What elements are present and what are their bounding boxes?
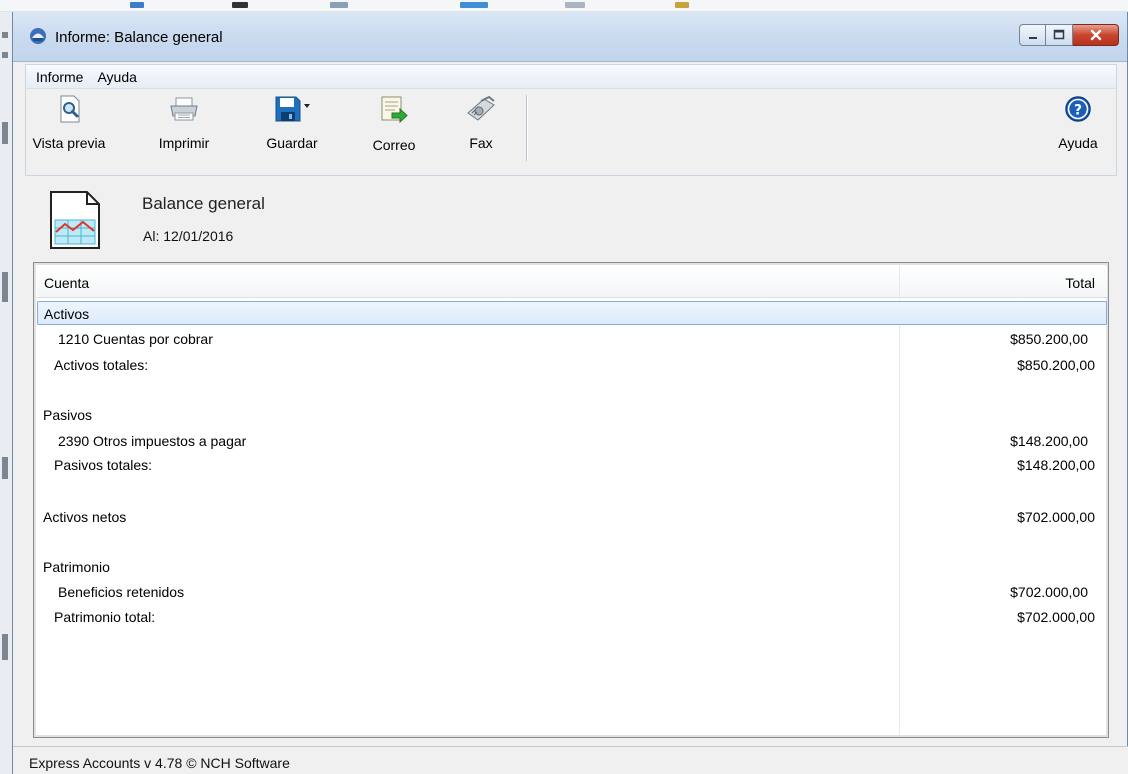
table-row[interactable]: 1210 Cuentas por cobrar $850.200,00	[37, 327, 1107, 351]
account-cell: Beneficios retenidos	[58, 584, 185, 600]
printer-icon	[170, 97, 198, 121]
maximize-button[interactable]	[1046, 24, 1073, 46]
account-cell: Patrimonio total:	[54, 609, 156, 625]
title-bar[interactable]: Informe: Balance general	[13, 12, 1127, 62]
preview-button[interactable]: Vista previa	[26, 95, 112, 173]
total-cell: $702.000,00	[1017, 609, 1095, 625]
desktop-background-left	[0, 12, 12, 774]
report-window: Informe: Balance general Informe Ayuda V…	[12, 12, 1128, 774]
dropdown-arrow-icon	[304, 104, 310, 108]
report-header: Balance general Al: 12/01/2016	[25, 176, 1117, 260]
print-button[interactable]: Imprimir	[144, 95, 224, 173]
account-cell: Activos	[44, 306, 90, 322]
account-cell: Activos totales:	[54, 357, 149, 373]
table-row[interactable]: Patrimonio	[37, 555, 1107, 579]
menu-ayuda[interactable]: Ayuda	[97, 69, 136, 85]
table-row[interactable]: Activos totales: $850.200,00	[37, 353, 1107, 377]
email-icon	[381, 96, 408, 124]
account-cell: Activos netos	[43, 509, 127, 525]
preview-label: Vista previa	[32, 135, 106, 151]
column-header-account[interactable]: Cuenta	[44, 275, 89, 291]
svg-text:?: ?	[1074, 103, 1082, 119]
table-row[interactable]: Activos netos $702.000,00	[37, 505, 1107, 529]
table-row[interactable]: 2390 Otros impuestos a pagar $148.200,00	[37, 429, 1107, 453]
account-cell: Patrimonio	[43, 559, 110, 575]
account-cell: Pasivos	[43, 407, 93, 423]
preview-icon	[60, 95, 80, 123]
total-cell: $148.200,00	[1017, 457, 1095, 473]
report-title: Balance general	[142, 194, 265, 213]
table-row[interactable]	[37, 479, 1107, 503]
table-row[interactable]	[37, 377, 1107, 401]
report-date: Al: 12/01/2016	[143, 228, 234, 244]
help-label: Ayuda	[1058, 135, 1098, 151]
email-label: Correo	[372, 137, 416, 153]
app-icon	[30, 28, 46, 44]
table-row[interactable]	[37, 529, 1107, 553]
desktop-background-top	[0, 0, 1128, 12]
help-button[interactable]: ? Ayuda	[1042, 95, 1114, 173]
table-row[interactable]: Pasivos totales: $148.200,00	[37, 453, 1107, 477]
close-icon	[1090, 29, 1101, 41]
balance-table: Cuenta Total Activos 1210 Cuentas por co…	[33, 262, 1109, 738]
print-label: Imprimir	[158, 135, 210, 151]
menu-informe[interactable]: Informe	[36, 69, 83, 85]
total-cell: $702.000,00	[1010, 584, 1088, 600]
total-cell: $850.200,00	[1010, 331, 1088, 347]
minimize-icon	[1028, 37, 1037, 39]
email-button[interactable]: Correo	[362, 95, 426, 173]
help-icon: ?	[1065, 96, 1091, 122]
menu-bar: Informe Ayuda	[25, 64, 1117, 88]
total-cell: $148.200,00	[1010, 433, 1088, 449]
account-cell: 1210 Cuentas por cobrar	[58, 331, 213, 347]
status-bar: Express Accounts v 4.78 © NCH Software	[13, 746, 1128, 774]
toolbar-separator	[526, 95, 527, 161]
table-row[interactable]: Beneficios retenidos $702.000,00	[37, 580, 1107, 604]
table-row[interactable]: Patrimonio total: $702.000,00	[37, 605, 1107, 629]
save-label: Guardar	[266, 135, 318, 151]
account-cell: 2390 Otros impuestos a pagar	[58, 433, 247, 449]
fax-label: Fax	[469, 135, 493, 151]
close-button[interactable]	[1073, 24, 1119, 46]
minimize-button[interactable]	[1019, 24, 1046, 46]
save-disk-icon	[275, 96, 310, 122]
total-cell: $850.200,00	[1017, 357, 1095, 373]
maximize-icon	[1053, 29, 1065, 40]
fax-icon	[467, 95, 495, 121]
save-button[interactable]: Guardar	[254, 95, 330, 173]
window-title: Informe: Balance general	[55, 29, 223, 46]
total-cell: $702.000,00	[1017, 509, 1095, 525]
table-row[interactable]: Activos	[37, 301, 1107, 325]
report-document-icon	[50, 191, 100, 249]
toolbar: Vista previa Imprimir Guardar Correo Fax…	[25, 88, 1117, 176]
account-cell: Pasivos totales:	[54, 457, 153, 473]
table-row[interactable]: Pasivos	[37, 403, 1107, 427]
fax-button[interactable]: Fax	[456, 95, 506, 173]
status-text: Express Accounts v 4.78 © NCH Software	[29, 755, 290, 771]
column-header-total[interactable]: Total	[1065, 275, 1095, 291]
table-header: Cuenta Total	[37, 266, 1107, 298]
